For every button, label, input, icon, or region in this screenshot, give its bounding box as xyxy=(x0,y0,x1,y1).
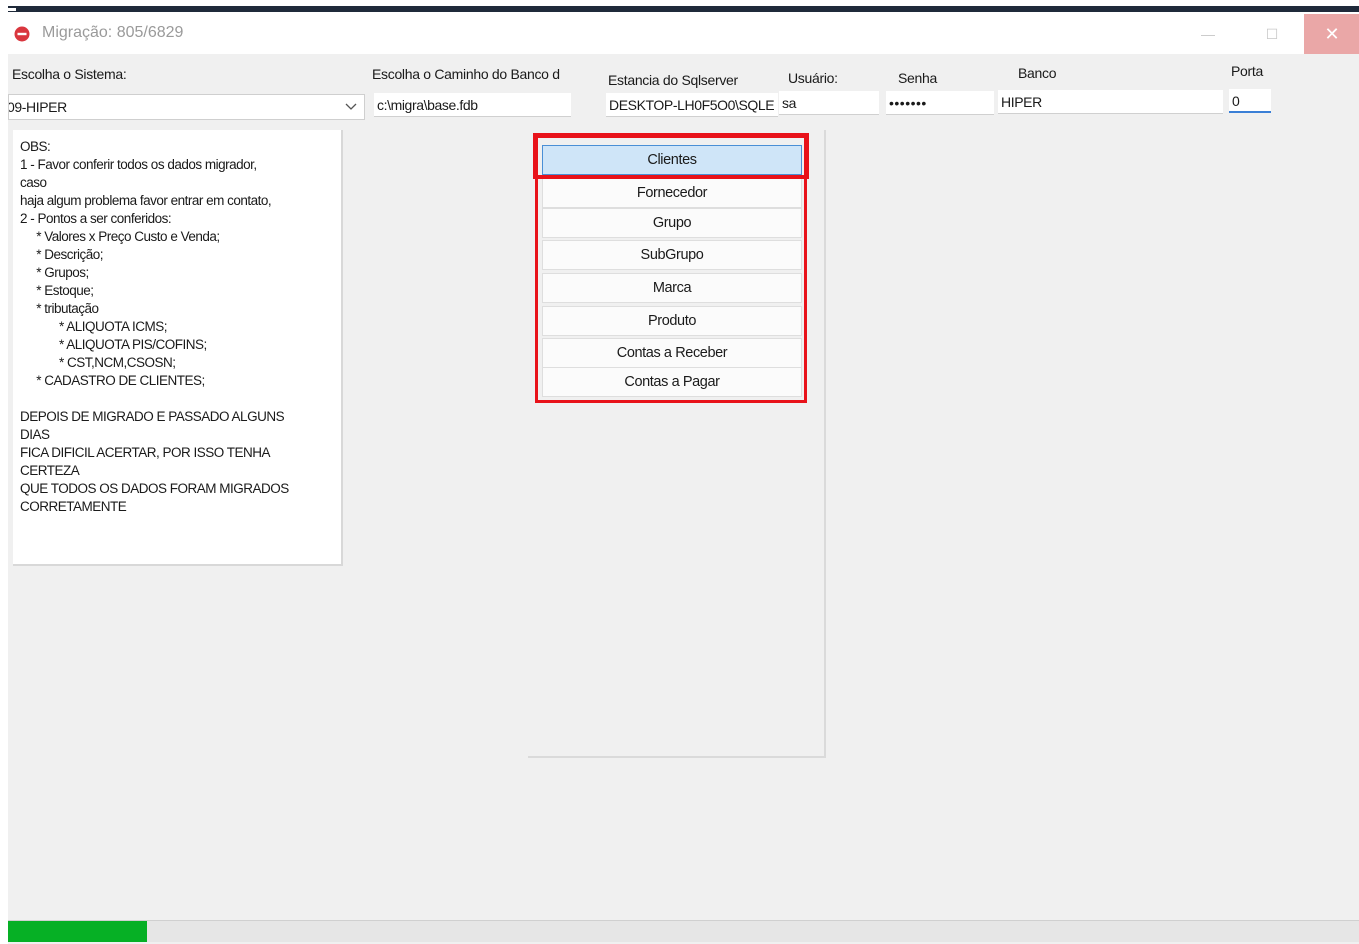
progress-fill xyxy=(8,921,148,942)
obs-line: CORRETAMENTE xyxy=(20,499,127,514)
porta-input[interactable]: 0 xyxy=(1229,89,1271,113)
banco-label: Banco xyxy=(1018,65,1057,81)
obs-line: * CADASTRO DE CLIENTES; xyxy=(20,373,205,388)
subgrupo-button[interactable]: SubGrupo xyxy=(542,240,802,270)
porta-label: Porta xyxy=(1231,63,1263,79)
minimize-icon: — xyxy=(1201,26,1215,42)
clientes-button[interactable]: Clientes xyxy=(542,145,802,175)
usuario-label: Usuário: xyxy=(788,70,838,86)
senha-label: Senha xyxy=(898,70,937,86)
obs-line: * ALIQUOTA PIS/COFINS; xyxy=(20,337,207,352)
estancia-input[interactable]: DESKTOP-LH0F5O0\SQLE xyxy=(606,93,778,117)
obs-line: * Descrição; xyxy=(20,247,104,262)
senha-input[interactable]: ••••••• xyxy=(886,91,994,115)
obs-line: 1 - Favor conferir todos os dados migrad… xyxy=(20,157,257,172)
banco-input[interactable]: HIPER xyxy=(998,90,1223,114)
migration-window: Migração: 805/6829 — ☐ ✕ Escolha o Siste… xyxy=(8,14,1359,944)
obs-line: DEPOIS DE MIGRADO E PASSADO ALGUNS xyxy=(20,409,285,424)
caminho-input[interactable]: c:\migra\base.fdb xyxy=(374,93,571,117)
produto-button[interactable]: Produto xyxy=(542,306,802,336)
obs-line: * Valores x Preço Custo e Venda; xyxy=(20,229,220,244)
sistema-select[interactable]: 09-HIPER xyxy=(8,94,365,120)
chevron-down-icon[interactable] xyxy=(344,95,358,119)
app-icon xyxy=(14,26,30,42)
obs-line: 2 - Pontos a ser conferidos: xyxy=(20,211,172,226)
window-title: Migração: 805/6829 xyxy=(42,24,184,41)
caminho-label: Escolha o Caminho do Banco d xyxy=(372,66,560,82)
obs-line: * tributação xyxy=(20,301,99,316)
sistema-label: Escolha o Sistema: xyxy=(12,66,127,82)
close-button[interactable]: ✕ xyxy=(1304,14,1359,54)
progress-bar xyxy=(8,920,1359,942)
contas-a-receber-button[interactable]: Contas a Receber xyxy=(542,338,802,368)
obs-line: * ALIQUOTA ICMS; xyxy=(20,319,168,334)
obs-line: * Estoque; xyxy=(20,283,94,298)
estancia-label: Estancia do Sqlserver xyxy=(608,72,738,88)
taskbar-strip xyxy=(0,0,1359,14)
obs-line: OBS: xyxy=(20,139,51,154)
obs-line: DIAS xyxy=(20,427,50,442)
obs-textarea[interactable]: OBS: 1 - Favor conferir todos os dados mi… xyxy=(13,130,343,566)
sistema-value: 09-HIPER xyxy=(8,99,67,115)
close-icon: ✕ xyxy=(1324,23,1340,44)
screen: Migração: 805/6829 — ☐ ✕ Escolha o Siste… xyxy=(0,0,1359,944)
obs-line: * Grupos; xyxy=(20,265,89,280)
obs-line: QUE TODOS OS DADOS FORAM MIGRADOS xyxy=(20,481,289,496)
obs-line: caso xyxy=(20,175,47,190)
obs-line: FICA DIFICIL ACERTAR, POR ISSO TENHA xyxy=(20,445,271,460)
usuario-input[interactable]: sa xyxy=(779,91,879,115)
title-bar[interactable]: Migração: 805/6829 — ☐ ✕ xyxy=(8,14,1359,54)
marca-button[interactable]: Marca xyxy=(542,273,802,303)
fornecedor-button[interactable]: Fornecedor xyxy=(542,178,802,208)
contas-a-pagar-button[interactable]: Contas a Pagar xyxy=(542,367,802,397)
grupo-button[interactable]: Grupo xyxy=(542,208,802,238)
maximize-icon: ☐ xyxy=(1265,25,1279,42)
obs-line: haja algum problema favor entrar em cont… xyxy=(20,193,272,208)
obs-line: CERTEZA xyxy=(20,463,80,478)
minimize-button[interactable]: — xyxy=(1180,14,1236,54)
obs-line: * CST,NCM,CSOSN; xyxy=(20,355,176,370)
maximize-button[interactable]: ☐ xyxy=(1244,14,1300,54)
